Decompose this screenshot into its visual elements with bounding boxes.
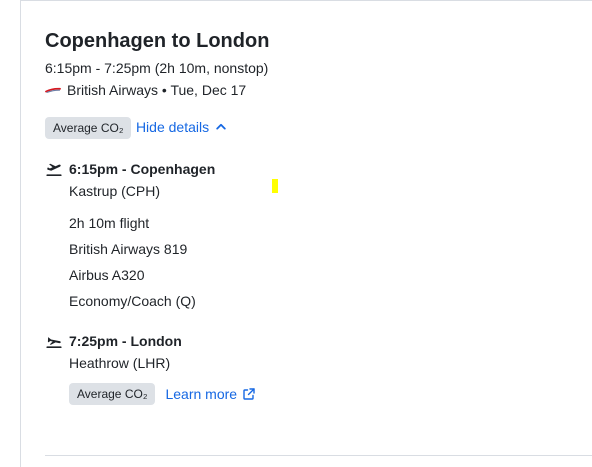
departure-header: 6:15pm - Copenhagen [45,159,565,179]
hide-details-button[interactable]: Hide details [136,117,227,137]
learn-more-link[interactable]: Learn more [165,384,256,404]
emissions-footer: Average CO₂ Learn more [69,383,565,405]
hide-details-label: Hide details [135,119,210,135]
arrival-header: 7:25pm - London [45,331,565,351]
flight-card: Copenhagen to London 6:15pm - 7:25pm (2h… [45,28,565,405]
learn-more-label: Learn more [165,386,238,402]
departure-airport: Kastrup (CPH) [69,183,161,199]
flight-number: British Airways 819 [69,241,188,257]
flight-time-summary: 6:15pm - 7:25pm (2h 10m, nonstop) [45,60,269,76]
arrival-airport: Heathrow (LHR) [69,355,171,371]
airline-date-text: British Airways • Tue, Dec 17 [67,82,247,98]
airline-date-row: British Airways • Tue, Dec 17 [45,80,565,100]
left-divider [20,0,21,467]
aircraft-type: Airbus A320 [69,267,145,283]
average-co2-badge: Average CO₂ [45,117,132,139]
flight-route-title: Copenhagen to London [45,30,270,52]
takeoff-plane-icon [45,160,63,178]
departure-segment: 6:15pm - Copenhagen Kastrup (CPH) 2h 10m… [45,159,565,311]
external-link-icon [242,387,256,401]
british-airways-logo [45,86,61,94]
arrival-segment: 7:25pm - London Heathrow (LHR) Average C… [45,331,565,405]
departure-time-city: 6:15pm - Copenhagen [69,161,216,177]
landing-plane-icon [45,332,63,350]
average-co2-badge: Average CO₂ [69,383,156,405]
flight-duration: 2h 10m flight [69,215,150,231]
arrival-time-city: 7:25pm - London [69,333,182,349]
bottom-divider [45,455,592,456]
flight-details-panel: Copenhagen to London 6:15pm - 7:25pm (2h… [0,0,592,467]
top-divider [20,0,592,1]
chevron-up-icon [215,121,227,133]
flight-leg-details: 2h 10m flight British Airways 819 Airbus… [69,213,565,311]
cabin-class: Economy/Coach (Q) [69,293,196,309]
